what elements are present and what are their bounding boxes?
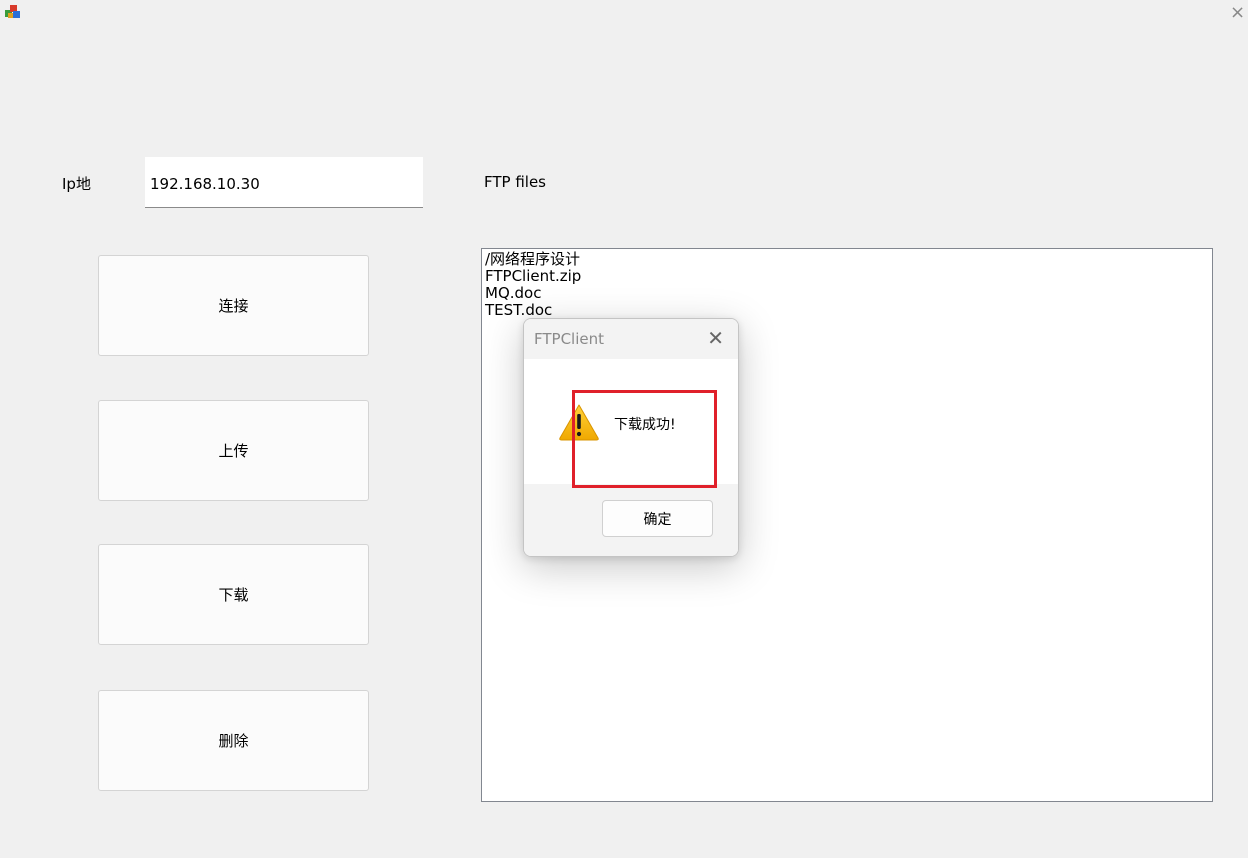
dialog-title: FTPClient [534, 330, 604, 348]
delete-button[interactable]: 删除 [98, 690, 369, 791]
dialog-message: 下载成功! [614, 417, 676, 433]
file-list-item[interactable]: /网络程序设计 [485, 251, 1209, 268]
download-button[interactable]: 下载 [98, 544, 369, 645]
window-close-button[interactable]: × [1230, 0, 1248, 26]
warning-icon [559, 404, 599, 441]
ftp-files-label: FTP files [484, 173, 546, 191]
window-titlebar: × [0, 0, 1248, 30]
connect-button[interactable]: 连接 [98, 255, 369, 356]
upload-button[interactable]: 上传 [98, 400, 369, 501]
ip-address-input[interactable] [145, 157, 423, 208]
file-list-item[interactable]: MQ.doc [485, 285, 1209, 302]
app-cubes-icon [5, 5, 20, 18]
file-list-item[interactable]: FTPClient.zip [485, 268, 1209, 285]
ok-button[interactable]: 确定 [602, 500, 713, 537]
file-list-item[interactable]: TEST.doc [485, 302, 1209, 319]
message-dialog: FTPClient ✕ 下载成功! 确定 [523, 318, 739, 557]
ip-label: Ip地 [62, 175, 91, 193]
dialog-titlebar: FTPClient ✕ [524, 319, 738, 359]
dialog-body: 下载成功! [524, 359, 738, 484]
dialog-close-button[interactable]: ✕ [707, 326, 724, 350]
dialog-footer: 确定 [524, 484, 738, 556]
